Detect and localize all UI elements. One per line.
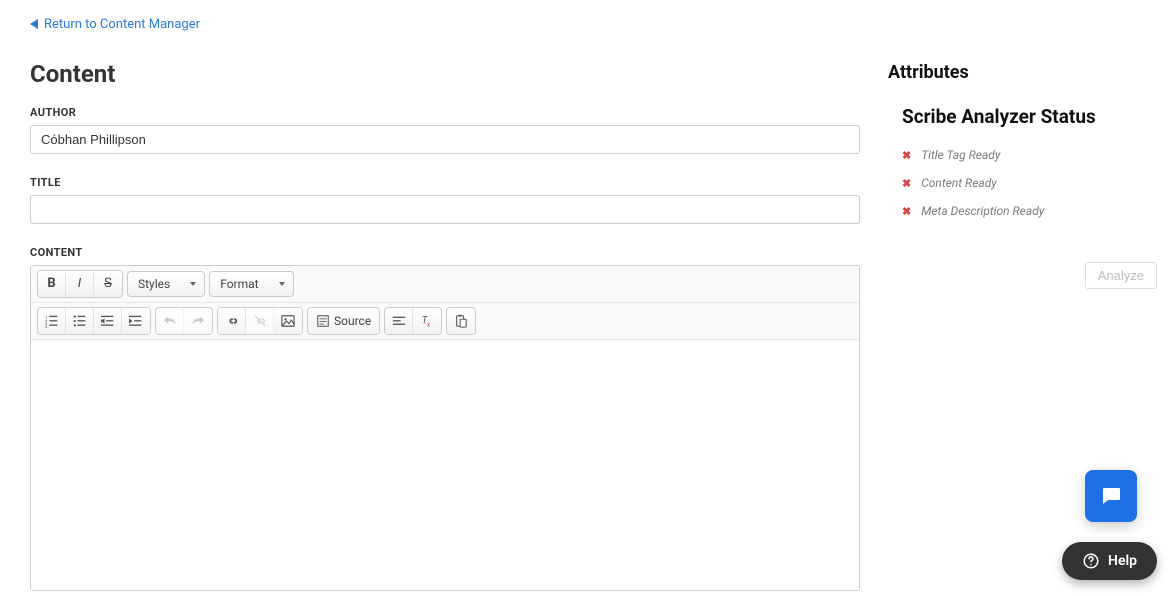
paste-group: [446, 307, 476, 335]
unlink-button[interactable]: [246, 308, 274, 334]
x-icon: ✖: [902, 177, 911, 190]
status-label: Meta Description Ready: [921, 204, 1044, 218]
indent-button[interactable]: [122, 308, 150, 334]
outdent-button[interactable]: [94, 308, 122, 334]
analyzer-heading: Scribe Analyzer Status: [888, 105, 1157, 128]
paste-button[interactable]: [447, 308, 475, 334]
italic-button[interactable]: I: [66, 271, 94, 297]
format-dropdown-label: Format: [220, 277, 258, 291]
x-icon: ✖: [902, 149, 911, 162]
chevron-down-icon: [190, 282, 196, 286]
analyze-button[interactable]: Analyze: [1085, 262, 1157, 289]
text-style-group: B I S: [37, 270, 123, 298]
toolbar-row-1: B I S Styles Format: [31, 266, 859, 303]
chat-icon: [1099, 484, 1123, 508]
source-group: Source: [307, 307, 380, 335]
editor-body[interactable]: [31, 340, 859, 590]
history-group: [155, 307, 213, 335]
author-input[interactable]: [30, 125, 860, 154]
status-list: ✖ Title Tag Ready ✖ Content Ready ✖ Meta…: [888, 148, 1157, 218]
align-button[interactable]: [385, 308, 413, 334]
status-item: ✖ Title Tag Ready: [902, 148, 1157, 162]
svg-text:3: 3: [45, 325, 48, 328]
undo-button[interactable]: [156, 308, 184, 334]
format-dropdown[interactable]: Format: [209, 271, 293, 297]
page-title: Content: [30, 60, 860, 88]
source-button-label: Source: [334, 314, 371, 328]
content-editor: B I S Styles Format 123: [30, 265, 860, 591]
ordered-list-button[interactable]: 123: [38, 308, 66, 334]
content-label: CONTENT: [30, 246, 860, 259]
author-label: AUTHOR: [30, 106, 860, 119]
svg-text:x: x: [427, 321, 430, 328]
help-label: Help: [1108, 553, 1137, 569]
list-group: 123: [37, 307, 151, 335]
link-button[interactable]: [218, 308, 246, 334]
chevron-down-icon: [279, 282, 285, 286]
source-icon: [316, 314, 330, 328]
styles-dropdown[interactable]: Styles: [127, 271, 205, 297]
status-item: ✖ Content Ready: [902, 176, 1157, 190]
back-arrow-icon: [30, 19, 38, 29]
misc-group: Tx: [384, 307, 442, 335]
strike-button[interactable]: S: [94, 271, 122, 297]
title-label: TITLE: [30, 176, 860, 189]
unordered-list-button[interactable]: [66, 308, 94, 334]
image-button[interactable]: [274, 308, 302, 334]
x-icon: ✖: [902, 205, 911, 218]
status-label: Content Ready: [921, 176, 997, 190]
insert-group: [217, 307, 303, 335]
return-link[interactable]: Return to Content Manager: [30, 17, 200, 32]
styles-dropdown-label: Styles: [138, 277, 170, 291]
help-widget-button[interactable]: Help: [1062, 542, 1157, 580]
redo-button[interactable]: [184, 308, 212, 334]
title-input[interactable]: [30, 195, 860, 224]
status-label: Title Tag Ready: [921, 148, 1000, 162]
source-button[interactable]: Source: [308, 308, 379, 334]
help-icon: [1082, 552, 1100, 570]
toolbar-row-2: 123: [31, 303, 859, 340]
remove-format-button[interactable]: Tx: [413, 308, 441, 334]
chat-widget-button[interactable]: [1085, 470, 1137, 522]
attributes-heading: Attributes: [888, 62, 1157, 83]
return-link-label: Return to Content Manager: [44, 17, 200, 32]
status-item: ✖ Meta Description Ready: [902, 204, 1157, 218]
bold-button[interactable]: B: [38, 271, 66, 297]
